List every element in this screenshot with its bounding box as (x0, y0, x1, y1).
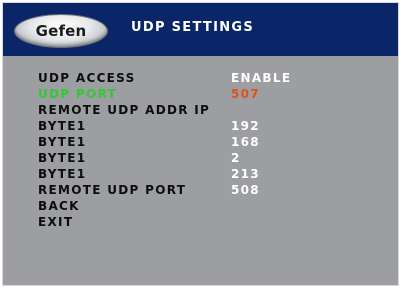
menu-item-label: BYTE1 (38, 167, 87, 181)
menu-item-back[interactable]: BACK (38, 198, 378, 214)
menu-item-byte1-a[interactable]: BYTE1 192 (38, 118, 378, 134)
menu-item-udp-access[interactable]: UDP ACCESS ENABLE (38, 70, 378, 86)
menu-item-value: 168 (231, 135, 260, 149)
menu-item-remote-udp-port[interactable]: REMOTE UDP PORT 508 (38, 182, 378, 198)
header-bar: Gefen UDP SETTINGS (3, 3, 398, 56)
menu-item-value: ENABLE (231, 71, 292, 85)
menu-item-label: BYTE1 (38, 119, 87, 133)
menu-item-label: UDP PORT (38, 87, 117, 101)
menu-item-label: BYTE1 (38, 135, 87, 149)
menu-item-label: EXIT (38, 215, 74, 229)
menu-item-value: 508 (231, 183, 260, 197)
menu-item-byte1-b[interactable]: BYTE1 168 (38, 134, 378, 150)
menu-item-exit[interactable]: EXIT (38, 214, 378, 230)
menu-item-value: 192 (231, 119, 260, 133)
menu-item-label: BACK (38, 199, 80, 213)
menu-item-label: BYTE1 (38, 151, 87, 165)
settings-menu: UDP ACCESS ENABLE UDP PORT 507 REMOTE UD… (38, 70, 378, 230)
menu-item-value: 2 (231, 151, 241, 165)
menu-item-byte1-d[interactable]: BYTE1 213 (38, 166, 378, 182)
page-title: UDP SETTINGS (131, 20, 255, 35)
osd-screen: Gefen UDP SETTINGS UDP ACCESS ENABLE UDP… (2, 2, 399, 286)
menu-item-label: UDP ACCESS (38, 71, 136, 85)
menu-item-label: REMOTE UDP ADDR IP (38, 103, 211, 117)
menu-item-label: REMOTE UDP PORT (38, 183, 187, 197)
gefen-logo: Gefen (15, 15, 107, 47)
logo-text: Gefen (35, 22, 87, 40)
menu-item-value: 213 (231, 167, 260, 181)
menu-item-remote-udp-addr-ip[interactable]: REMOTE UDP ADDR IP (38, 102, 378, 118)
menu-item-byte1-c[interactable]: BYTE1 2 (38, 150, 378, 166)
menu-item-udp-port[interactable]: UDP PORT 507 (38, 86, 378, 102)
menu-item-value: 507 (231, 87, 260, 101)
